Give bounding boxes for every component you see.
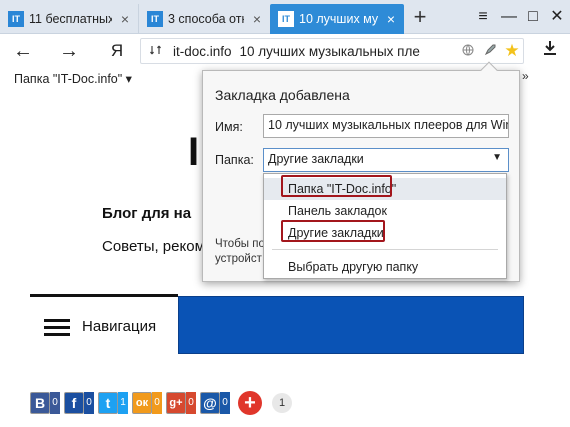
star-icon[interactable]: ★ (501, 41, 523, 61)
address-bar[interactable]: it-doc.info 10 лучших музыкальных пле ★ (140, 38, 524, 64)
social-share-row: В 0 f 0 t 1 ок 0 g+ 0 @ 0 + 1 (30, 390, 292, 416)
folder-select[interactable]: Другие закладки ▼ (263, 148, 509, 172)
download-icon[interactable] (538, 40, 562, 62)
folder-option-choose-other[interactable]: Выбрать другую папку (264, 256, 506, 278)
site-tagline: Блог для на (102, 205, 192, 222)
url-domain: it-doc.info (173, 43, 232, 59)
mail-at-icon: @ (200, 392, 220, 414)
dropdown-divider (272, 249, 498, 250)
share-odnoklassniki-button[interactable]: ок 0 (132, 391, 162, 415)
tab-2[interactable]: IT 3 способа отключ × (138, 4, 270, 34)
tab-3-label: 10 лучших музык (299, 12, 378, 26)
site-favicon-icon: IT (278, 11, 294, 27)
close-icon[interactable]: × (250, 11, 264, 27)
share-count: 0 (84, 392, 94, 414)
dialog-title: Закладка добавлена (215, 87, 350, 103)
share-vk-button[interactable]: В 0 (30, 391, 60, 415)
maximize-button[interactable]: □ (520, 6, 546, 28)
name-label: Имя: (215, 120, 243, 134)
protect-settings-icon[interactable] (147, 44, 165, 59)
close-icon[interactable]: × (384, 11, 398, 27)
share-count: 0 (152, 392, 162, 414)
facebook-icon: f (64, 392, 84, 414)
bookmark-folder-it-doc[interactable]: Папка "IT-Doc.info" ▾ (14, 71, 132, 86)
folder-option-other-bookmarks[interactable]: Другие закладки (264, 222, 506, 244)
folder-dropdown-list: Папка "IT-Doc.info" Панель закладок Друг… (263, 173, 507, 279)
navigation-toggle[interactable]: Навигация (30, 294, 178, 354)
share-twitter-button[interactable]: t 1 (98, 391, 128, 415)
site-favicon-icon: IT (147, 11, 163, 27)
tab-3-active[interactable]: IT 10 лучших музык × (270, 4, 404, 34)
globe-icon[interactable] (457, 44, 479, 59)
share-total-count: 1 (272, 393, 292, 413)
close-window-button[interactable]: ✕ (544, 6, 570, 28)
share-count: 0 (50, 392, 60, 414)
folder-select-value: Другие закладки (268, 152, 364, 166)
share-more-plus-icon[interactable]: + (238, 391, 262, 415)
new-tab-button[interactable]: + (406, 6, 434, 30)
navigation-toolbar: ← → Я it-doc.info 10 лучших музыкальных … (0, 34, 570, 68)
tab-1[interactable]: IT 11 бесплатных пр × (0, 4, 138, 34)
hamburger-menu-icon (44, 319, 70, 337)
tab-2-label: 3 способа отключ (168, 12, 244, 26)
tab-1-label: 11 бесплатных пр (29, 12, 112, 26)
menu-icon[interactable]: ≡ (470, 6, 496, 28)
minimize-button[interactable]: — (496, 6, 522, 28)
google-plus-icon: g+ (166, 392, 186, 414)
share-mailru-button[interactable]: @ 0 (200, 391, 230, 415)
forward-button[interactable]: → (56, 39, 82, 63)
share-count: 0 (220, 392, 230, 414)
share-count: 0 (186, 392, 196, 414)
folder-option-bookmarks-bar[interactable]: Панель закладок (264, 200, 506, 222)
back-button[interactable]: ← (10, 39, 36, 63)
site-favicon-icon: IT (8, 11, 24, 27)
site-logo: I (188, 130, 200, 174)
bookmarks-overflow-icon[interactable]: » (522, 69, 529, 83)
chevron-down-icon: ▼ (492, 152, 502, 163)
vk-icon: В (30, 392, 50, 414)
share-count: 1 (118, 392, 128, 414)
close-icon[interactable]: × (118, 11, 132, 27)
tab-bar: IT 11 бесплатных пр × IT 3 способа отклю… (0, 0, 570, 34)
browser-window: IT 11 бесплатных пр × IT 3 способа отклю… (0, 0, 570, 427)
bookmark-name-field[interactable]: 10 лучших музыкальных плееров для Window… (263, 114, 509, 138)
yandex-logo-button[interactable]: Я (104, 39, 130, 63)
folder-option-it-doc[interactable]: Папка "IT-Doc.info" (264, 178, 506, 200)
share-facebook-button[interactable]: f 0 (64, 391, 94, 415)
twitter-icon: t (98, 392, 118, 414)
site-navigation: Навигация (30, 294, 524, 354)
url-page-title: 10 лучших музыкальных пле (239, 43, 420, 59)
navigation-label: Навигация (82, 318, 157, 335)
rocket-icon[interactable] (479, 43, 501, 60)
odnoklassniki-icon: ок (132, 392, 152, 414)
folder-label: Папка: (215, 153, 254, 167)
site-subtitle: Советы, реком (102, 238, 205, 255)
share-googleplus-button[interactable]: g+ 0 (166, 391, 196, 415)
navigation-banner (178, 296, 524, 354)
